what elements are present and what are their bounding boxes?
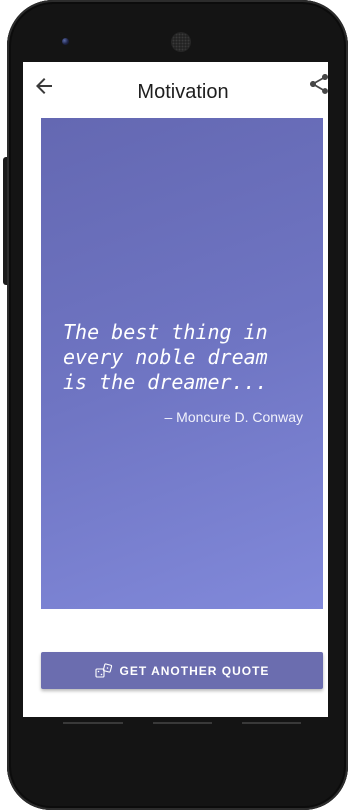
app-screen: Motivation The best thing in every noble… <box>23 62 328 717</box>
speaker-grille-icon <box>172 33 190 51</box>
back-button[interactable] <box>32 74 56 98</box>
share-button[interactable] <box>307 72 328 96</box>
front-camera-icon <box>62 38 69 45</box>
get-another-quote-label: GET ANOTHER QUOTE <box>119 663 270 678</box>
nav-bar-line-center <box>153 722 212 724</box>
share-icon <box>307 72 328 96</box>
dice-icon <box>94 662 113 679</box>
quote-text: The best thing in every noble dream is t… <box>63 320 268 394</box>
quote-card: The best thing in every noble dream is t… <box>41 118 323 609</box>
quote-author: – Moncure D. Conway <box>164 409 303 425</box>
arrow-left-icon <box>32 74 56 98</box>
page-title: Motivation <box>137 81 229 103</box>
nav-bar-line-left <box>63 722 123 724</box>
get-another-quote-button[interactable]: GET ANOTHER QUOTE <box>41 652 323 689</box>
nav-bar-line-right <box>242 722 301 724</box>
